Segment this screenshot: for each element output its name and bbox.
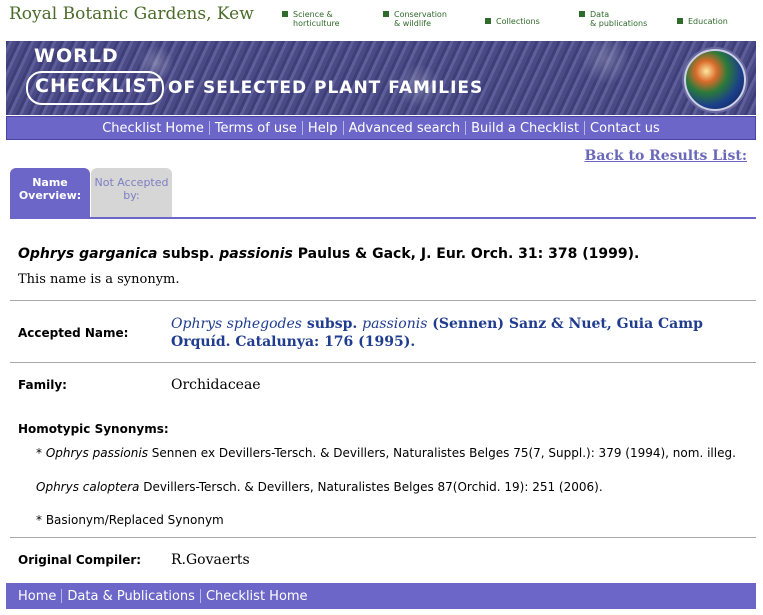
topnav-label: & wildlife — [394, 19, 432, 28]
page-title: Ophrys garganica subsp. passionis Paulus… — [18, 246, 639, 262]
tab-underline — [10, 217, 756, 219]
divider — [10, 362, 756, 363]
basionym-note: * Basionym/Replaced Synonym — [36, 513, 224, 527]
topnav-label: horticulture — [293, 19, 340, 28]
topnav-education[interactable]: Education — [677, 17, 728, 26]
synonym-reference: Devillers-Tersch. & Devillers, Naturalis… — [139, 480, 603, 494]
bullet-icon — [383, 11, 389, 17]
synonym-item: Ophrys caloptera Devillers-Tersch. & Dev… — [36, 481, 760, 494]
synonym-item: * Ophrys passionis Sennen ex Devillers-T… — [36, 447, 760, 460]
divider — [10, 300, 756, 301]
tab-name-overview[interactable]: Name Overview: — [10, 168, 90, 218]
homotypic-synonyms-label: Homotypic Synonyms: — [18, 422, 169, 436]
original-compiler-label: Original Compiler: — [18, 553, 142, 567]
synonym-reference: Sennen ex Devillers-Tersch. & Devillers,… — [147, 446, 736, 460]
menu-contact[interactable]: Contact us — [585, 121, 665, 136]
bullet-icon — [485, 18, 491, 24]
back-to-results-link[interactable]: Back to Results List: — [584, 148, 747, 164]
name-rank: subsp. — [157, 246, 220, 262]
tab-label: Not Accepted — [94, 176, 169, 189]
banner: WORLD CHECKLIST OF SELECTED PLANT FAMILI… — [6, 41, 756, 115]
footer-home[interactable]: Home — [13, 589, 61, 604]
tab-label: Overview: — [18, 189, 82, 202]
footer-checklist-home[interactable]: Checklist Home — [201, 589, 313, 604]
accepted-rank: subsp. — [301, 316, 363, 332]
topnav-label: Education — [688, 17, 728, 26]
name-genus-species: Ophrys garganica — [18, 246, 158, 262]
topnav-conservation[interactable]: Conservation & wildlife — [383, 10, 447, 28]
topnav-collections[interactable]: Collections — [485, 17, 540, 26]
bullet-icon — [282, 11, 288, 17]
menu-terms[interactable]: Terms of use — [210, 121, 302, 136]
menu-help[interactable]: Help — [303, 121, 343, 136]
name-infra: passionis — [219, 246, 293, 262]
footer-data-publications[interactable]: Data & Publications — [62, 589, 200, 604]
original-compiler-value: R.Govaerts — [171, 552, 250, 568]
menu-checklist-home[interactable]: Checklist Home — [97, 121, 209, 136]
synonym-name: Ophrys passionis — [45, 446, 148, 460]
tab-not-accepted-by[interactable]: Not Accepted by: — [91, 168, 172, 218]
tab-label: Name — [32, 176, 68, 189]
banner-subtitle: OF SELECTED PLANT FAMILIES — [168, 78, 484, 98]
status-text: This name is a synonym. — [18, 272, 180, 287]
main-menu: Checklist Home Terms of use Help Advance… — [6, 116, 756, 140]
family-label: Family: — [18, 378, 67, 392]
topnav-label: Data — [590, 10, 610, 19]
top-nav: Science & horticulture Conservation & wild… — [0, 10, 763, 34]
divider — [10, 537, 756, 538]
menu-build-checklist[interactable]: Build a Checklist — [466, 121, 584, 136]
menu-advanced-search[interactable]: Advanced search — [344, 121, 466, 136]
footer-menu: Home Data & Publications Checklist Home — [6, 583, 756, 609]
banner-checklist: CHECKLIST — [35, 75, 162, 97]
banner-world: WORLD — [34, 45, 119, 67]
name-authority: Paulus & Gack, J. Eur. Orch. 31: 378 (19… — [292, 246, 640, 262]
bullet-icon — [579, 11, 585, 17]
synonym-name: Ophrys caloptera — [36, 480, 140, 494]
bullet-icon — [677, 18, 683, 24]
topnav-science[interactable]: Science & horticulture — [282, 10, 340, 28]
family-value: Orchidaceae — [171, 377, 261, 393]
accepted-name-label: Accepted Name: — [18, 326, 129, 340]
accepted-genus-species: Ophrys sphegodes — [171, 316, 302, 332]
accepted-infra: passionis — [362, 316, 428, 332]
synonym-prefix: * — [36, 446, 46, 460]
tab-label: by: — [123, 189, 140, 202]
topnav-label: Science & — [293, 10, 333, 19]
topnav-data[interactable]: Data & publications — [579, 10, 647, 28]
topnav-label: Conservation — [394, 10, 447, 19]
topnav-label: Collections — [496, 17, 540, 26]
globe-icon — [684, 49, 746, 111]
topnav-label: & publications — [590, 19, 648, 28]
accepted-name-link[interactable]: Ophrys sphegodes subsp. passionis (Senne… — [171, 315, 731, 351]
